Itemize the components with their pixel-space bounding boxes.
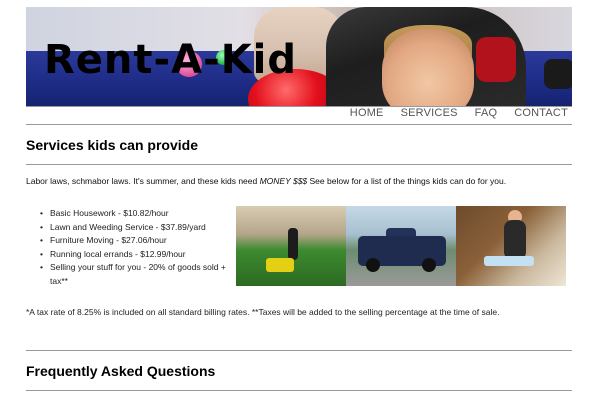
lawn-mower bbox=[266, 258, 294, 272]
banner-shoe bbox=[544, 59, 572, 89]
main-nav: HOME SERVICES FAQ CONTACT bbox=[333, 107, 568, 119]
stairs-kid bbox=[504, 220, 526, 260]
lawn-kid bbox=[288, 228, 298, 260]
vacuum bbox=[484, 256, 534, 266]
services-list: • Basic Housework - $10.82/hour • Lawn and… bbox=[40, 207, 235, 289]
site-logo[interactable]: Rent-A-Kid bbox=[44, 37, 297, 83]
services-heading-divider bbox=[26, 164, 572, 165]
truck-wheel bbox=[422, 258, 436, 272]
intro-text-start: Labor laws, schmabor laws. It's summer, … bbox=[26, 176, 260, 186]
lawn-mowing-photo bbox=[236, 206, 346, 286]
intro-text-end: See below for a list of the things kids … bbox=[307, 176, 507, 186]
faq-top-divider bbox=[26, 350, 572, 351]
list-item: • Selling your stuff for you - 20% of goo… bbox=[40, 262, 226, 286]
truck-wheel bbox=[366, 258, 380, 272]
nav-contact[interactable]: CONTACT bbox=[514, 107, 568, 119]
tax-note: *A tax rate of 8.25% is included on all … bbox=[26, 307, 500, 317]
services-intro: Labor laws, schmabor laws. It's summer, … bbox=[26, 176, 506, 186]
list-item: • Running local errands - $12.99/hour bbox=[40, 248, 186, 259]
header-banner: Rent-A-Kid bbox=[26, 7, 572, 106]
faq-heading: Frequently Asked Questions bbox=[26, 363, 216, 379]
nav-divider bbox=[26, 124, 572, 125]
services-photos bbox=[236, 206, 566, 286]
nav-faq[interactable]: FAQ bbox=[475, 107, 498, 119]
list-item: • Lawn and Weeding Service - $37.89/yard bbox=[40, 221, 206, 232]
nav-services[interactable]: SERVICES bbox=[401, 107, 458, 119]
intro-emphasis: MONEY $$$ bbox=[259, 176, 308, 186]
services-heading: Services kids can provide bbox=[26, 137, 198, 153]
nav-home[interactable]: HOME bbox=[350, 107, 384, 119]
kid-vacuuming-stairs-photo bbox=[456, 206, 566, 286]
banner-boy-face bbox=[382, 29, 474, 106]
pickup-truck-photo bbox=[346, 206, 456, 286]
banner-boy-shorts bbox=[476, 37, 516, 82]
list-item: • Furniture Moving - $27.06/hour bbox=[40, 235, 167, 246]
faq-heading-divider bbox=[26, 390, 572, 391]
list-item: • Basic Housework - $10.82/hour bbox=[40, 208, 169, 218]
